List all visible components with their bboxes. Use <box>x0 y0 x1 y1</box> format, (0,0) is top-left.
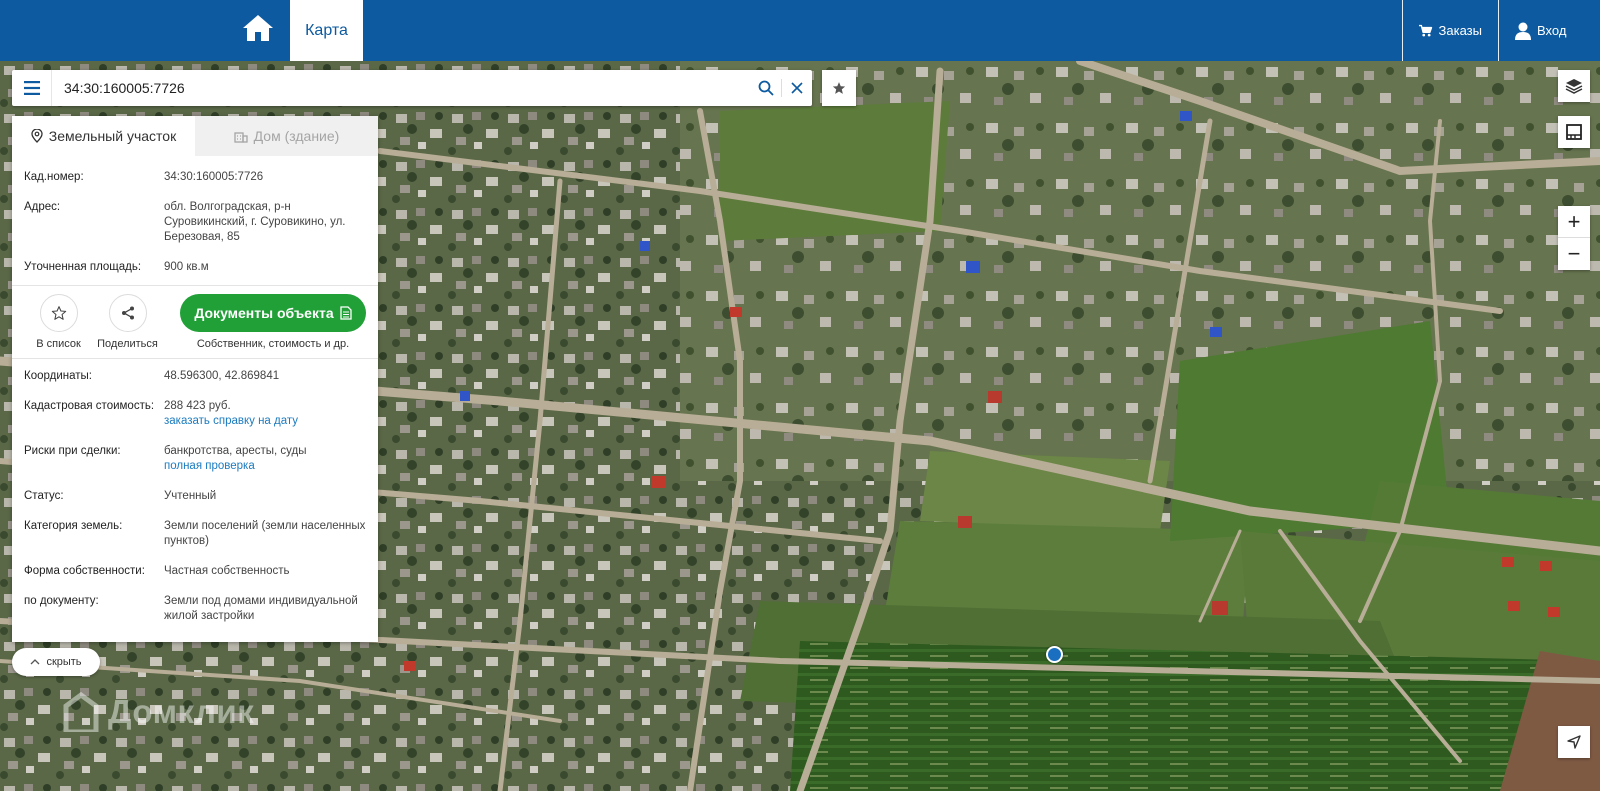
object-actions: В список Поделиться Документы объекта Со… <box>12 286 378 358</box>
document-use-label: по документу: <box>24 595 99 607</box>
building-icon <box>234 131 248 143</box>
full-check-link[interactable]: полная проверка <box>164 459 366 474</box>
document-icon <box>339 306 352 320</box>
deal-risks-label: Риски при сделки: <box>24 445 121 457</box>
status-label: Статус: <box>24 490 64 502</box>
cadastral-number-value[interactable]: 34:30:160005:7726 <box>164 170 366 185</box>
deal-risks-value: банкротства, аресты, суды <box>164 445 307 457</box>
land-category-label: Категория земель: <box>24 520 123 532</box>
home-icon <box>243 15 273 41</box>
land-category-value: Земли поселений (земли населенных пункто… <box>164 520 366 547</box>
star-icon <box>832 82 846 94</box>
hide-panel-button[interactable]: скрыть <box>12 648 100 676</box>
object-documents-caption: Собственник, стоимость и др. <box>196 338 350 350</box>
navigation-arrow-icon <box>1567 735 1581 749</box>
hide-panel-label: скрыть <box>46 656 82 668</box>
object-documents-label: Документы объекта <box>194 305 334 321</box>
orders-label: Заказы <box>1438 23 1482 38</box>
layers-button[interactable] <box>1558 70 1590 102</box>
zoom-in-button[interactable]: + <box>1558 206 1590 238</box>
object-documents: Документы объекта Собственник, стоимость… <box>180 294 366 350</box>
cadastral-number-label: Кад.номер: <box>24 171 84 183</box>
address-value: обл. Волгоградская, р-н Суровикинский, г… <box>164 201 346 243</box>
login-label: Вход <box>1537 23 1567 38</box>
status-value: Учтенный <box>164 490 217 502</box>
search-input[interactable] <box>52 71 751 105</box>
cadastral-cost-label: Кадастровая стоимость: <box>24 400 155 412</box>
cadastral-cost-value: 288 423 руб. <box>164 400 231 412</box>
search-bar <box>12 70 812 106</box>
clear-search-button[interactable] <box>782 70 812 106</box>
cadastral-number-row: Кад.номер: 34:30:160005:7726 <box>24 170 366 185</box>
search-icon <box>758 80 774 96</box>
coordinates-value: 48.596300, 42.869841 <box>164 370 280 382</box>
add-to-list-button[interactable]: В список <box>24 294 93 350</box>
menu-icon <box>23 81 40 95</box>
tab-house-label: Дом (здание) <box>253 128 340 144</box>
orders-button[interactable]: Заказы <box>1402 0 1498 61</box>
status-row: Статус: Учтенный <box>24 489 366 504</box>
deal-risks-row: Риски при сделки: банкротства, аресты, с… <box>24 444 366 474</box>
chevron-up-icon <box>30 659 40 665</box>
area-label: Уточненная площадь: <box>24 261 142 273</box>
tab-map[interactable]: Карта <box>290 0 363 61</box>
ruler-icon <box>1566 124 1582 140</box>
star-icon <box>51 306 66 320</box>
document-use-row: по документу: Земли под домами индивидуа… <box>24 594 366 624</box>
login-button[interactable]: Вход <box>1498 0 1600 61</box>
object-documents-button[interactable]: Документы объекта <box>180 294 366 332</box>
home-button[interactable] <box>240 10 276 46</box>
coordinates-label: Координаты: <box>24 370 92 382</box>
order-statement-link[interactable]: заказать справку на дату <box>164 414 366 429</box>
domclick-watermark: Домклик <box>62 692 254 732</box>
land-category-row: Категория земель: Земли поселений (земли… <box>24 519 366 549</box>
cadastral-cost-row: Кадастровая стоимость: 288 423 руб. зака… <box>24 399 366 429</box>
tab-land-plot[interactable]: Земельный участок <box>12 116 195 156</box>
coordinates-row: Координаты: 48.596300, 42.869841 <box>24 369 366 384</box>
share-button[interactable]: Поделиться <box>93 294 162 350</box>
top-navigation-bar: Карта Заказы Вход <box>0 0 1600 61</box>
ownership-value: Частная собственность <box>164 565 290 577</box>
address-row: Адрес: обл. Волгоградская, р-н Суровикин… <box>24 200 366 245</box>
add-to-list-label: В список <box>36 338 81 350</box>
user-icon <box>1515 22 1531 40</box>
add-to-list-circle <box>39 294 78 332</box>
share-icon <box>121 306 134 320</box>
close-icon <box>791 82 803 94</box>
area-row: Уточненная площадь: 900 кв.м <box>24 260 366 275</box>
tab-house[interactable]: Дом (здание) <box>195 116 378 156</box>
zoom-controls: + − <box>1558 206 1590 270</box>
object-info-panel: Земельный участок Дом (здание) Кад.номер… <box>12 116 378 642</box>
deal-risks-block: банкротства, аресты, суды полная проверк… <box>164 444 366 474</box>
ownership-row: Форма собственности: Частная собственнос… <box>24 564 366 579</box>
object-type-tabs: Земельный участок Дом (здание) <box>12 116 378 156</box>
share-circle <box>108 294 147 332</box>
ownership-label: Форма собственности: <box>24 565 145 577</box>
measure-button[interactable] <box>1558 116 1590 148</box>
zoom-out-button[interactable]: − <box>1558 238 1590 270</box>
address-label: Адрес: <box>24 201 61 213</box>
cart-icon <box>1419 24 1433 36</box>
layers-icon <box>1565 79 1583 94</box>
area-value: 900 кв.м <box>164 261 209 273</box>
favorites-button[interactable] <box>822 70 856 106</box>
document-use-value: Земли под домами индивидуальной жилой за… <box>164 595 358 622</box>
share-label: Поделиться <box>97 338 158 350</box>
object-location-marker[interactable] <box>1046 646 1063 663</box>
cadastral-cost-block: 288 423 руб. заказать справку на дату <box>164 399 366 429</box>
map-pin-icon <box>31 129 43 143</box>
search-button[interactable] <box>751 70 781 106</box>
building-icon <box>63 692 99 732</box>
tab-land-plot-label: Земельный участок <box>48 128 177 144</box>
menu-button[interactable] <box>12 70 52 106</box>
locate-me-button[interactable] <box>1558 726 1590 758</box>
watermark-text: Домклик <box>108 693 255 730</box>
